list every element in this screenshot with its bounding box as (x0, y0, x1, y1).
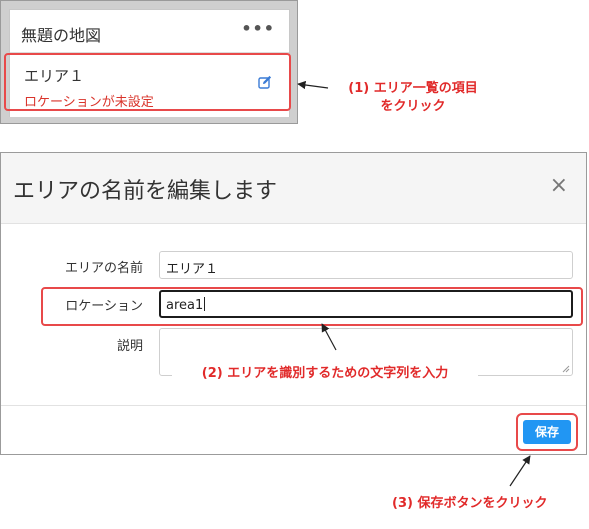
more-menu-icon[interactable]: ••• (241, 21, 275, 37)
area-name-input[interactable]: エリア１ (159, 251, 573, 279)
step3-note: (3) 保存ボタンをクリック (392, 496, 548, 511)
arrow-to-save (509, 455, 531, 487)
map-card: 無題の地図 ••• エリア１ ロケーションが未設定 (9, 9, 290, 117)
resize-grip-icon[interactable] (562, 365, 570, 373)
step1-line1: (1) エリア一覧の項目 (348, 81, 478, 96)
description-label: 説明 (116, 339, 143, 354)
location-label: ロケーション (65, 299, 143, 314)
modal-footer: 保存 (1, 405, 586, 454)
modal-header: エリアの名前を編集します × (1, 153, 586, 224)
step2-note: (2) エリアを識別するための文字列を入力 (172, 365, 478, 383)
area-item-name: エリア１ (24, 67, 85, 85)
area-item-status: ロケーションが未設定 (24, 95, 154, 110)
highlight-save-button: 保存 (516, 413, 578, 451)
edit-icon[interactable] (258, 75, 272, 89)
area-list-item[interactable]: エリア１ ロケーションが未設定 (10, 53, 289, 117)
text-caret (204, 297, 206, 311)
location-input[interactable]: area1 (159, 290, 573, 318)
edit-area-modal: エリアの名前を編集します × エリアの名前 エリア１ ロケーション area1 … (0, 152, 587, 455)
close-icon[interactable]: × (550, 175, 568, 197)
area-name-label: エリアの名前 (64, 261, 143, 276)
map-panel-frame: 無題の地図 ••• エリア１ ロケーションが未設定 (0, 0, 298, 124)
save-button[interactable]: 保存 (523, 420, 571, 444)
modal-title: エリアの名前を編集します (13, 179, 278, 204)
location-value: area1 (166, 298, 204, 313)
map-title: 無題の地図 (21, 26, 102, 45)
step1-note: (1) エリア一覧の項目 をクリック (328, 80, 498, 116)
arrow-to-area-item (297, 80, 329, 90)
step1-line2: をクリック (380, 99, 446, 114)
